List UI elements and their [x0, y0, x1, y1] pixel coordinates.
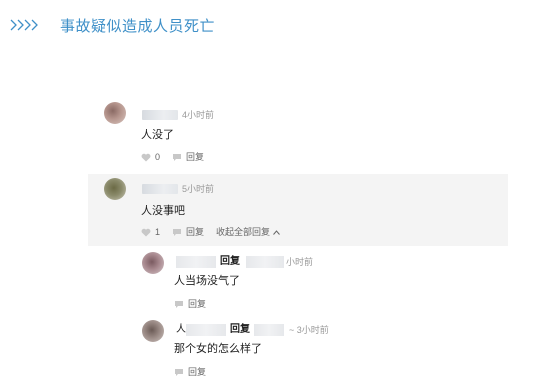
comment-item: 4小时前 人没了 0 回复 — [104, 98, 524, 168]
avatar[interactable] — [104, 178, 126, 200]
chevron-up-icon — [273, 229, 280, 235]
heart-icon — [141, 228, 151, 236]
comment-actions: 1 回复 收起全部回复 — [141, 226, 292, 238]
collapse-replies-button[interactable]: 收起全部回复 — [216, 226, 280, 238]
reply-label: 回复 — [188, 299, 207, 309]
article-header: 事故疑似造成人员死亡 — [10, 14, 215, 36]
username-redacted[interactable] — [186, 324, 226, 336]
reply-label: 回复 — [186, 152, 205, 162]
avatar[interactable] — [142, 252, 164, 274]
username-redacted[interactable] — [142, 110, 178, 120]
comment-text: 人没事吧 — [141, 205, 185, 217]
reply-item: 回复 小时前 人当场没气了 回复 — [142, 250, 522, 312]
username-redacted[interactable] — [176, 256, 216, 268]
reply-text: 人当场没气了 — [174, 275, 240, 287]
comment-icon — [175, 300, 183, 308]
heart-icon — [141, 153, 151, 161]
reply-button[interactable]: 回复 — [174, 298, 206, 310]
reply-button[interactable]: 回复 — [172, 226, 204, 238]
comment-time: 4小时前 — [182, 110, 215, 120]
like-count: 1 — [155, 227, 161, 237]
collapse-label: 收起全部回复 — [216, 227, 271, 237]
chevrons-right-icon — [10, 19, 44, 31]
target-username-redacted[interactable] — [254, 324, 284, 336]
reply-label: 回复 — [188, 367, 207, 377]
reply-prefix: 人 — [176, 324, 186, 335]
reply-button[interactable]: 回复 — [174, 366, 206, 378]
comment-time: 5小时前 — [182, 184, 215, 194]
reply-item: 人 回复 ~ 3小时前 那个女的怎么样了 回复 — [142, 318, 522, 380]
comment-text: 人没了 — [141, 129, 174, 141]
comment-actions: 0 回复 — [141, 151, 216, 163]
like-button[interactable]: 0 — [141, 151, 160, 163]
like-button[interactable]: 1 — [141, 226, 160, 238]
username-redacted[interactable] — [142, 184, 178, 194]
reply-text: 那个女的怎么样了 — [174, 343, 262, 355]
comment-icon — [173, 153, 182, 161]
avatar[interactable] — [142, 320, 164, 342]
comment-icon — [173, 228, 182, 236]
avatar[interactable] — [104, 102, 126, 124]
reply-time: 小时前 — [286, 257, 314, 267]
comment-icon — [175, 368, 183, 376]
reply-actions: 回复 — [174, 298, 218, 310]
reply-word: 回复 — [220, 256, 240, 267]
page-title: 事故疑似造成人员死亡 — [60, 17, 216, 35]
reply-actions: 回复 — [174, 366, 218, 378]
target-username-redacted[interactable] — [246, 256, 284, 268]
reply-time: ~ 3小时前 — [289, 325, 329, 335]
reply-word: 回复 — [230, 324, 250, 335]
reply-button[interactable]: 回复 — [172, 151, 204, 163]
reply-label: 回复 — [186, 227, 205, 237]
like-count: 0 — [155, 152, 161, 162]
comment-item: 5小时前 人没事吧 1 回复 收起全部回复 — [88, 174, 508, 246]
